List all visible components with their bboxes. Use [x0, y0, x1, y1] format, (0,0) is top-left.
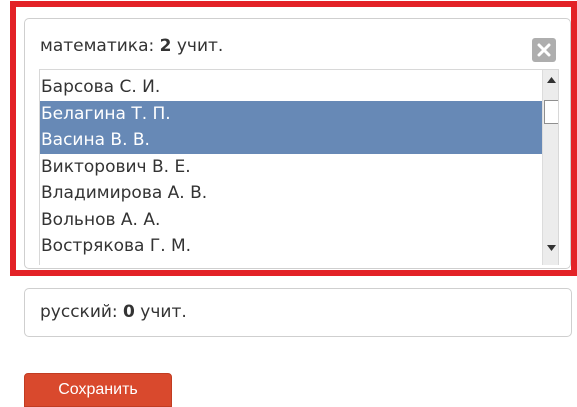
- subject-header-russian: русский: 0 учит.: [40, 300, 187, 324]
- teacher-listbox[interactable]: Барсова С. И. Белагина Т. П. Васина В. В. В…: [39, 69, 559, 265]
- subject-name: математика:: [40, 36, 155, 56]
- subject-name: русский:: [40, 302, 118, 322]
- teacher-option[interactable]: Белагина Т. П.: [40, 100, 542, 127]
- subject-panel-russian[interactable]: русский: 0 учит.: [24, 288, 572, 337]
- teacher-count: 0: [123, 302, 135, 322]
- teacher-count: 2: [159, 36, 172, 56]
- teacher-option[interactable]: Вострякова Г. М.: [40, 233, 542, 260]
- teacher-option[interactable]: Васина В. В.: [40, 127, 542, 154]
- teacher-unit: учит.: [176, 36, 224, 56]
- listbox-scrollbar[interactable]: [542, 70, 558, 265]
- teacher-unit: учит.: [140, 302, 187, 322]
- teacher-option[interactable]: Викторович В. Е.: [40, 154, 542, 181]
- save-button[interactable]: Сохранить: [24, 373, 172, 407]
- close-x-icon: [537, 43, 551, 57]
- scroll-thumb[interactable]: [544, 100, 558, 124]
- triangle-up-icon: [547, 77, 556, 83]
- teacher-option[interactable]: Владимирова А. В.: [40, 180, 542, 207]
- subject-panel-math: математика: 2 учит. Барсова С. И. Белагин…: [24, 18, 571, 269]
- scroll-up-button[interactable]: [543, 72, 558, 88]
- subject-header-math: математика: 2 учит.: [40, 34, 223, 58]
- remove-subject-button[interactable]: [532, 38, 556, 62]
- triangle-down-icon: [547, 245, 556, 251]
- teacher-option[interactable]: Барсова С. И.: [40, 74, 542, 101]
- teacher-option[interactable]: Вольнов А. А.: [40, 207, 542, 234]
- teacher-list: Барсова С. И. Белагина Т. П. Васина В. В. В…: [40, 74, 542, 260]
- scroll-down-button[interactable]: [543, 240, 558, 256]
